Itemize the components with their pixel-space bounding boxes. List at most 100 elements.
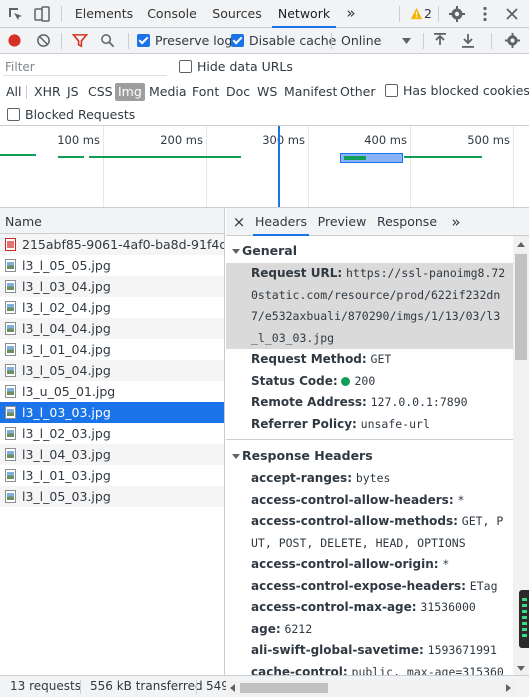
type-filter-js[interactable]: JS: [64, 83, 82, 101]
blocked-requests-label[interactable]: Blocked Requests: [25, 107, 135, 122]
header-row[interactable]: Referrer Policy: unsafe-url: [226, 414, 513, 436]
network-settings-icon[interactable]: [504, 32, 521, 49]
inspect-element-icon[interactable]: [6, 5, 24, 23]
side-widget[interactable]: [519, 590, 529, 648]
export-har-icon[interactable]: [461, 33, 475, 48]
type-filter-font[interactable]: Font: [189, 83, 222, 101]
image-file-icon: [5, 469, 16, 482]
more-options-icon[interactable]: [476, 5, 494, 23]
more-detail-tabs-button[interactable]: »: [448, 208, 464, 236]
header-value: 200: [354, 373, 376, 388]
header-row[interactable]: access-control-expose-headers: ETag: [226, 576, 513, 598]
scroll-up-arrow-icon[interactable]: [517, 242, 525, 247]
has-blocked-cookies-label[interactable]: Has blocked cookies: [403, 83, 529, 98]
response-headers-section-header[interactable]: Response Headers: [226, 444, 513, 468]
scroll-left-arrow-icon[interactable]: [230, 684, 235, 692]
header-key: cache-control:: [251, 664, 348, 676]
header-key: Status Code:: [251, 373, 338, 388]
tab-elements[interactable]: Elements: [72, 0, 136, 28]
header-row[interactable]: Request Method: GET: [226, 349, 513, 371]
request-row[interactable]: l3_u_05_01.jpg: [0, 381, 224, 402]
close-devtools-icon[interactable]: [503, 5, 521, 23]
tab-console[interactable]: Console: [143, 0, 201, 28]
request-row[interactable]: l3_l_04_04.jpg: [0, 318, 224, 339]
tab-preview[interactable]: Preview: [315, 208, 369, 236]
hide-data-urls-checkbox[interactable]: [179, 60, 192, 73]
type-filter-all[interactable]: All: [3, 83, 25, 101]
header-row[interactable]: access-control-allow-origin: *: [226, 554, 513, 576]
record-icon[interactable]: [7, 33, 22, 48]
scrollbar-thumb[interactable]: [515, 254, 527, 360]
type-filter-other[interactable]: Other: [337, 83, 379, 101]
type-filter-doc[interactable]: Doc: [223, 83, 253, 101]
header-key: Request URL:: [251, 266, 343, 280]
header-row[interactable]: ali-swift-global-savetime: 1593671991: [226, 640, 513, 662]
search-icon[interactable]: [100, 33, 115, 48]
header-row[interactable]: Request URL: https://ssl-panoimg8.720sta…: [226, 263, 513, 349]
request-row[interactable]: l3_l_05_04.jpg: [0, 360, 224, 381]
horizontal-scrollbar[interactable]: [226, 681, 516, 695]
import-har-icon[interactable]: [433, 33, 447, 48]
tab-network[interactable]: Network: [272, 0, 336, 28]
settings-gear-icon[interactable]: [448, 5, 466, 23]
clear-icon[interactable]: [36, 33, 51, 48]
scroll-right-arrow-icon[interactable]: [506, 684, 511, 692]
blocked-requests-checkbox[interactable]: [7, 108, 20, 121]
request-row[interactable]: l3_l_03_04.jpg: [0, 276, 224, 297]
hide-data-urls-label[interactable]: Hide data URLs: [197, 59, 293, 74]
has-blocked-cookies-checkbox[interactable]: [385, 84, 398, 97]
warning-count[interactable]: 2: [424, 6, 432, 21]
network-toolbar: Preserve log Disable cache Online: [0, 28, 529, 54]
tab-response[interactable]: Response: [376, 208, 438, 236]
scroll-down-arrow-icon[interactable]: [517, 666, 525, 671]
request-row[interactable]: l3_l_03_03.jpg: [0, 402, 224, 423]
filter-input[interactable]: [3, 59, 167, 76]
type-filter-img[interactable]: Img: [115, 83, 145, 101]
warning-icon[interactable]: [410, 7, 423, 20]
name-column-header[interactable]: Name: [0, 208, 224, 234]
throttling-select[interactable]: Online: [338, 28, 414, 53]
header-row[interactable]: access-control-allow-headers: *: [226, 490, 513, 512]
type-filter-ws[interactable]: WS: [254, 83, 280, 101]
disable-cache-checkbox[interactable]: [231, 34, 244, 47]
device-toolbar-icon[interactable]: [33, 5, 51, 23]
scrollbar-thumb[interactable]: [240, 683, 328, 693]
header-row[interactable]: cache-control: public, max-age=31536000: [226, 662, 513, 676]
header-key: age:: [251, 621, 281, 636]
header-row[interactable]: accept-ranges: bytes: [226, 468, 513, 490]
preserve-log-label[interactable]: Preserve log: [155, 33, 232, 48]
tab-headers[interactable]: Headers: [253, 208, 309, 236]
request-row[interactable]: l3_l_01_04.jpg: [0, 339, 224, 360]
request-row[interactable]: 215abf85-9061-4af0-ba8d-91f4dbc...: [0, 234, 224, 255]
more-tabs-button[interactable]: »: [342, 0, 360, 28]
tab-sources[interactable]: Sources: [208, 0, 266, 28]
type-filter-media[interactable]: Media: [146, 83, 190, 101]
request-row[interactable]: l3_l_05_05.jpg: [0, 255, 224, 276]
header-row[interactable]: age: 6212: [226, 619, 513, 641]
header-row[interactable]: access-control-max-age: 31536000: [226, 597, 513, 619]
network-overview-timeline[interactable]: 100 ms 200 ms 300 ms 400 ms 500 ms: [0, 126, 529, 208]
type-filter-xhr[interactable]: XHR: [31, 83, 64, 101]
request-row[interactable]: l3_l_01_03.jpg: [0, 465, 224, 486]
preserve-log-checkbox[interactable]: [137, 34, 150, 47]
filter-bar: Hide data URLs: [0, 54, 529, 80]
disable-cache-label[interactable]: Disable cache: [249, 33, 336, 48]
type-filter-manifest[interactable]: Manifest: [281, 83, 340, 101]
request-name: l3_l_04_04.jpg: [22, 321, 111, 336]
request-row[interactable]: l3_l_02_04.jpg: [0, 297, 224, 318]
header-row[interactable]: access-control-allow-methods: GET, PUT, …: [226, 511, 513, 554]
type-filter-css[interactable]: CSS: [85, 83, 116, 101]
tick-gridline: [206, 126, 207, 207]
tick-label: 200 ms: [160, 133, 203, 147]
header-row[interactable]: Remote Address: 127.0.0.1:7890: [226, 392, 513, 414]
request-row[interactable]: l3_l_05_03.jpg: [0, 486, 224, 507]
request-name: l3_l_05_04.jpg: [22, 363, 111, 378]
request-row[interactable]: l3_l_04_03.jpg: [0, 444, 224, 465]
request-row[interactable]: l3_l_02_03.jpg: [0, 423, 224, 444]
header-value: *: [457, 492, 465, 507]
close-detail-button[interactable]: ×: [230, 208, 248, 236]
header-row[interactable]: Status Code: 200: [226, 371, 513, 393]
filter-icon[interactable]: [72, 33, 88, 48]
general-section-header[interactable]: General: [226, 239, 513, 263]
devtools-tab-bar: Elements Console Sources Network » 2: [0, 0, 529, 28]
